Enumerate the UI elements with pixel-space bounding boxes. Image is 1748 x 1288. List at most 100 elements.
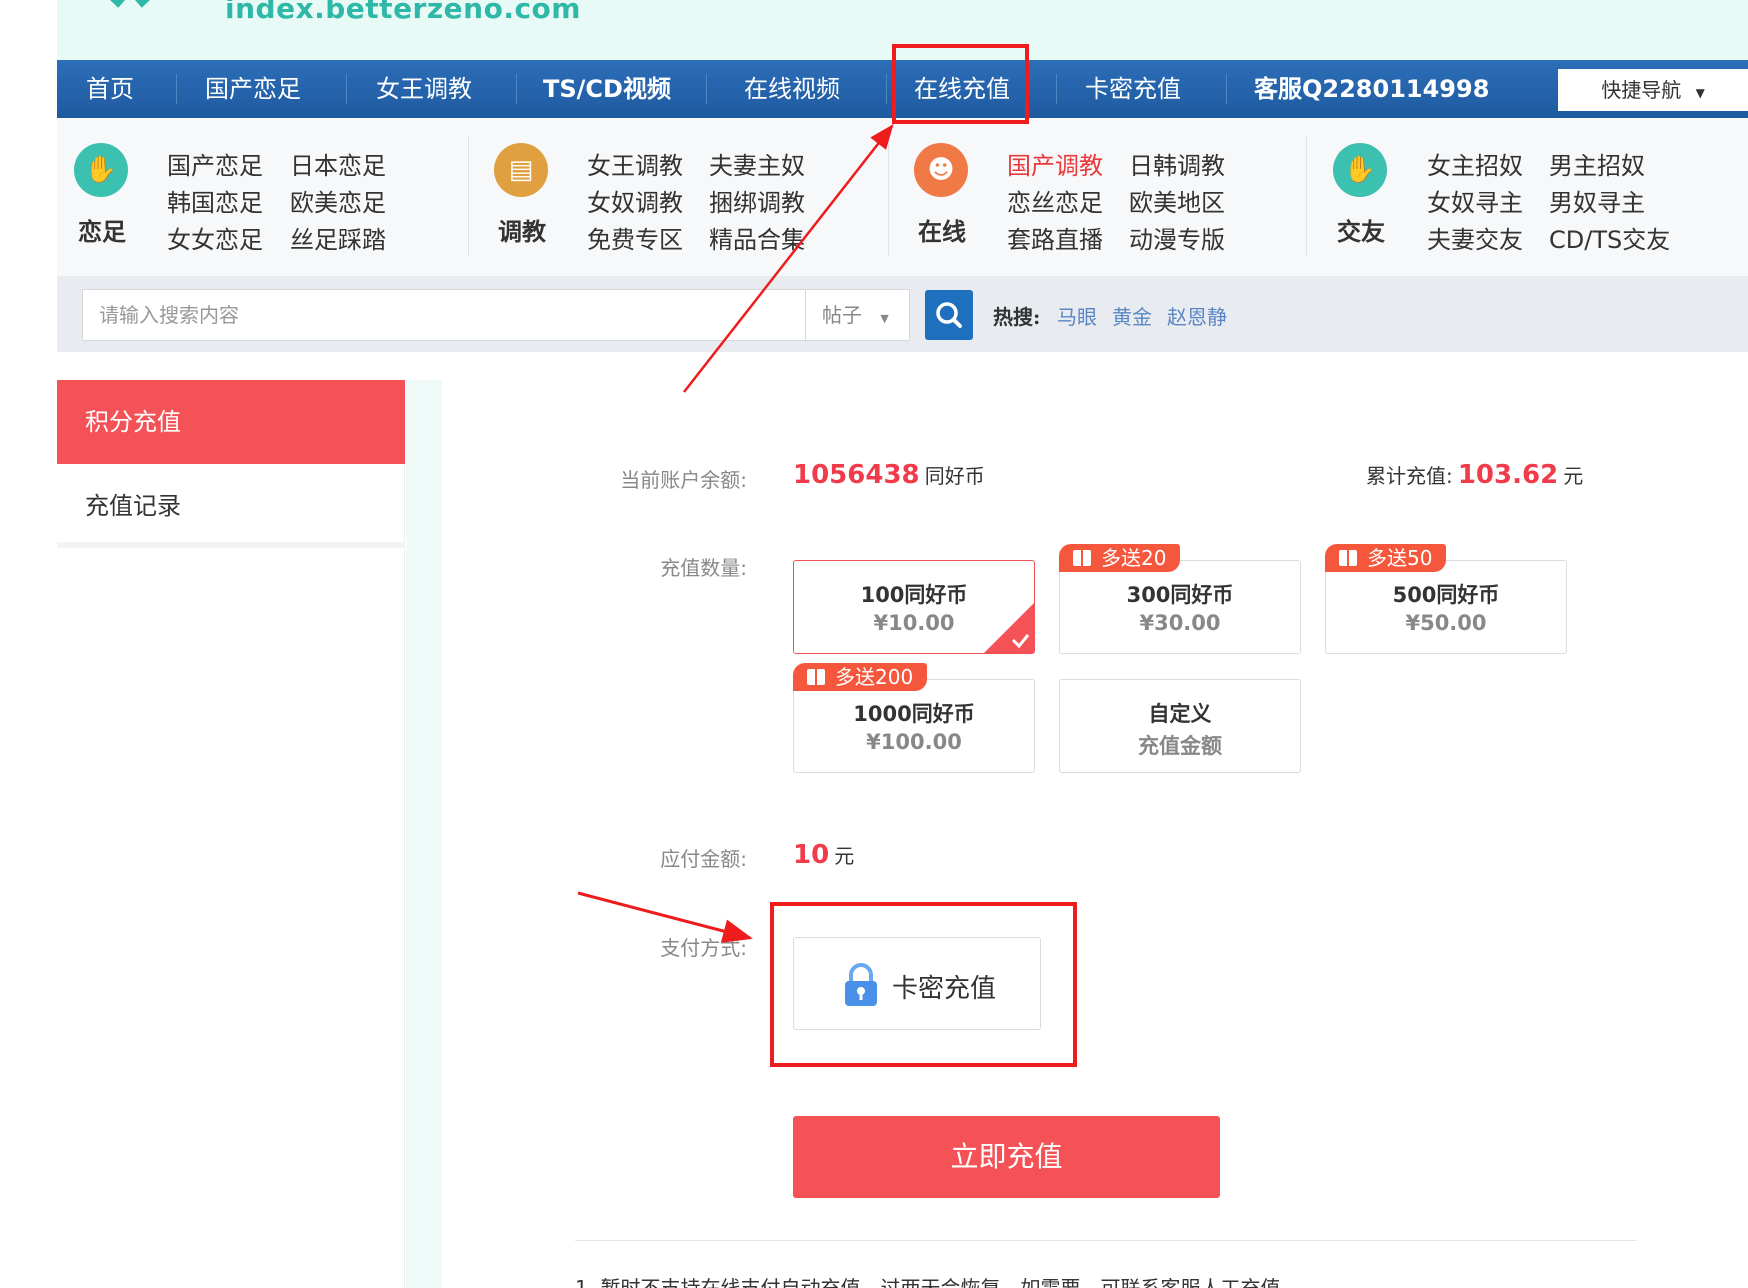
- category-link[interactable]: 男主招奴: [1549, 146, 1645, 181]
- recharge-amount-label: 充值数量:: [660, 556, 747, 580]
- category-link[interactable]: 夫妻主奴: [709, 146, 805, 181]
- category-title[interactable]: 在线: [907, 212, 977, 247]
- recharge-now-button[interactable]: 立即充值: [793, 1116, 1220, 1198]
- category-link[interactable]: 免费专区: [587, 220, 683, 255]
- caret-down-icon: ▼: [1695, 86, 1705, 100]
- category-divider: [888, 136, 889, 256]
- pack-1000[interactable]: 1000同好币 ¥100.00: [793, 679, 1035, 773]
- document-icon[interactable]: ▤: [494, 143, 548, 197]
- nav-item-home[interactable]: 首页: [86, 60, 134, 118]
- category-link[interactable]: 女主招奴: [1427, 146, 1523, 181]
- nav-separator: [1226, 74, 1227, 104]
- category-link[interactable]: 夫妻交友: [1427, 220, 1523, 255]
- nav-item-card-recharge[interactable]: 卡密充值: [1085, 60, 1181, 118]
- category-title[interactable]: 恋足: [67, 212, 137, 247]
- search-button[interactable]: [925, 290, 973, 340]
- site-logo-icon[interactable]: [90, 0, 170, 20]
- gift-icon: [1339, 550, 1357, 566]
- category-link[interactable]: 捆绑调教: [709, 183, 805, 218]
- balance-unit: 同好币: [924, 464, 985, 488]
- pack-300[interactable]: 300同好币 ¥30.00: [1059, 560, 1301, 654]
- nav-separator: [886, 74, 887, 104]
- nav-separator: [176, 74, 177, 104]
- bonus-text: 多送20: [1101, 546, 1167, 570]
- amount-due-value: 10: [793, 840, 830, 870]
- sidebar-item-recharge-history[interactable]: 充值记录: [57, 464, 405, 548]
- bonus-badge: 多送200: [793, 663, 928, 691]
- category-link[interactable]: 欧美地区: [1129, 183, 1225, 218]
- category-link[interactable]: 恋丝恋足: [1007, 183, 1103, 218]
- category-link[interactable]: CD/TS交友: [1549, 220, 1670, 255]
- category-title[interactable]: 交友: [1326, 212, 1396, 247]
- category-link[interactable]: 精品合集: [709, 220, 805, 255]
- section-divider: [575, 1240, 1637, 1241]
- amount-due-display: 10 元: [793, 840, 854, 870]
- gift-icon: [807, 669, 825, 685]
- nav-item-ts-cd-video[interactable]: TS/CD视频: [543, 60, 671, 118]
- hand-icon[interactable]: ✋: [74, 143, 128, 197]
- category-divider: [1306, 136, 1307, 256]
- nav-item-online-video[interactable]: 在线视频: [744, 60, 840, 118]
- amount-due-unit: 元: [834, 844, 855, 868]
- category-divider: [468, 136, 469, 256]
- quick-nav-dropdown[interactable]: 快捷导航 ▼: [1558, 69, 1748, 111]
- nav-separator: [706, 74, 707, 104]
- category-link[interactable]: 女女恋足: [167, 220, 263, 255]
- category-link-active[interactable]: 国产调教: [1007, 146, 1103, 181]
- hand-icon[interactable]: ✋: [1333, 143, 1387, 197]
- bonus-badge: 多送50: [1325, 544, 1447, 572]
- total-recharge-unit: 元: [1563, 464, 1584, 488]
- hot-search-label: 热搜:: [993, 305, 1041, 329]
- people-icon[interactable]: ☻: [914, 143, 968, 197]
- caret-down-icon: ▼: [880, 312, 889, 325]
- quick-nav-label: 快捷导航: [1601, 78, 1682, 102]
- hot-search-word[interactable]: 马眼: [1057, 301, 1097, 330]
- nav-separator: [346, 74, 347, 104]
- annotation-highlight-box: [770, 902, 1077, 1067]
- pack-100-selected[interactable]: 100同好币 ¥10.00: [793, 560, 1035, 654]
- total-recharge-label: 累计充值:: [1366, 464, 1453, 488]
- search-type-label: 帖子: [822, 303, 862, 327]
- category-link[interactable]: 女奴调教: [587, 183, 683, 218]
- notice-text: 1. 暂时不支持在线支付自动充值，过两天会恢复，如需要，可联系客服人工充值: [575, 1276, 1281, 1288]
- category-link[interactable]: 日韩调教: [1129, 146, 1225, 181]
- pack-name: 1000同好币: [853, 702, 975, 726]
- category-link[interactable]: 国产恋足: [167, 146, 263, 181]
- content-gutter: [406, 380, 442, 1288]
- category-link[interactable]: 女王调教: [587, 146, 683, 181]
- selected-check-icon: [984, 603, 1034, 653]
- balance-display: 1056438 同好币: [793, 460, 985, 490]
- pack-custom[interactable]: 自定义 充值金额: [1059, 679, 1301, 773]
- pack-price: ¥50.00: [1405, 611, 1487, 635]
- nav-item-domestic-foot[interactable]: 国产恋足: [205, 60, 301, 118]
- category-title[interactable]: 调教: [487, 212, 557, 247]
- amount-due-label: 应付金额:: [660, 847, 747, 871]
- nav-separator: [516, 74, 517, 104]
- pack-price: ¥100.00: [866, 730, 962, 754]
- nav-separator: [1056, 74, 1057, 104]
- site-url[interactable]: index.betterzeno.com: [225, 0, 581, 25]
- category-link[interactable]: 套路直播: [1007, 220, 1103, 255]
- total-recharge-value: 103.62: [1457, 460, 1559, 490]
- pack-price: 充值金额: [1138, 734, 1222, 758]
- category-link[interactable]: 丝足踩踏: [290, 220, 386, 255]
- category-link[interactable]: 韩国恋足: [167, 183, 263, 218]
- pack-name: 300同好币: [1126, 583, 1234, 607]
- category-link[interactable]: 男奴寻主: [1549, 183, 1645, 218]
- balance-label: 当前账户余额:: [620, 468, 747, 492]
- pack-500[interactable]: 500同好币 ¥50.00: [1325, 560, 1567, 654]
- pack-name: 自定义: [1148, 702, 1212, 726]
- hot-search-word[interactable]: 赵恩静: [1167, 301, 1227, 330]
- category-link[interactable]: 日本恋足: [290, 146, 386, 181]
- nav-item-customer-service[interactable]: 客服Q2280114998: [1254, 60, 1489, 118]
- category-link[interactable]: 动漫专版: [1129, 220, 1225, 255]
- sidebar-item-points-recharge[interactable]: 积分充值: [57, 380, 405, 464]
- category-link[interactable]: 欧美恋足: [290, 183, 386, 218]
- bonus-text: 多送200: [835, 665, 914, 689]
- category-link[interactable]: 女奴寻主: [1427, 183, 1523, 218]
- search-input[interactable]: [83, 290, 805, 340]
- hot-search-word[interactable]: 黄金: [1112, 301, 1152, 330]
- nav-item-queen-training[interactable]: 女王调教: [376, 60, 472, 118]
- search-type-select[interactable]: 帖子 ▼: [805, 290, 909, 340]
- balance-value: 1056438: [793, 460, 920, 490]
